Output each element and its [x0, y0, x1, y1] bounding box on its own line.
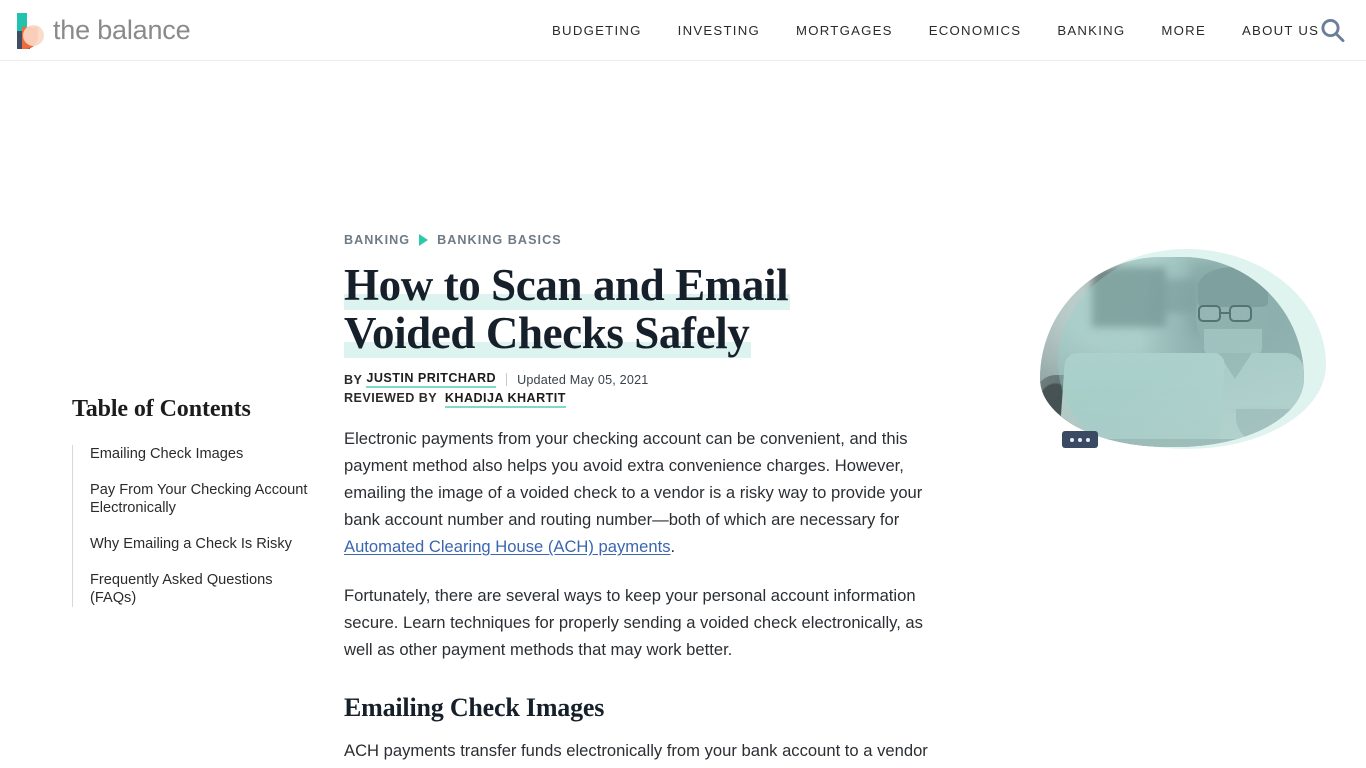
- list-item: Frequently Asked Questions (FAQs): [90, 571, 312, 607]
- byline: BY JUSTIN PRITCHARD Updated May 05, 2021: [344, 371, 944, 388]
- paragraph-1: Electronic payments from your checking a…: [344, 425, 944, 560]
- paragraph-2: Fortunately, there are several ways to k…: [344, 586, 923, 659]
- table-of-contents: Table of Contents Emailing Check Images …: [72, 396, 312, 607]
- breadcrumb-item-banking[interactable]: BANKING: [344, 233, 410, 247]
- nav-item-budgeting[interactable]: BUDGETING: [552, 23, 642, 38]
- site-header: the balance BUDGETING INVESTING MORTGAGE…: [0, 0, 1366, 61]
- hero-image: [1040, 249, 1328, 454]
- paragraph-1-text: Electronic payments from your checking a…: [344, 429, 923, 529]
- hero-photo: [1040, 257, 1304, 447]
- reviewed-by: REVIEWED BY KHADIJA KHARTIT: [344, 391, 944, 408]
- balance-logo-icon: [14, 11, 44, 49]
- toc-item-why-emailing-a-check-is-risky[interactable]: Why Emailing a Check Is Risky: [90, 535, 312, 553]
- nav-item-mortgages[interactable]: MORTGAGES: [796, 23, 893, 38]
- list-item: Pay From Your Checking Account Electroni…: [90, 481, 312, 517]
- byline-prefix: BY: [344, 372, 363, 387]
- page-title-line-2: Voided Checks Safely: [344, 308, 752, 358]
- nav-item-investing[interactable]: INVESTING: [678, 23, 760, 38]
- breadcrumb-item-banking-basics[interactable]: BANKING BASICS: [437, 233, 562, 247]
- list-item: Why Emailing a Check Is Risky: [90, 535, 312, 553]
- byline-divider: [506, 373, 508, 386]
- toc-item-pay-from-your-checking-account-electronically[interactable]: Pay From Your Checking Account Electroni…: [90, 481, 312, 517]
- nav-item-about-us[interactable]: ABOUT US: [1242, 23, 1319, 38]
- dot-icon: [1070, 437, 1074, 442]
- reviewer-link[interactable]: KHADIJA KHARTIT: [444, 391, 566, 408]
- search-button[interactable]: [1314, 12, 1352, 50]
- reviewed-prefix: REVIEWED BY: [344, 391, 437, 405]
- main-navigation: BUDGETING INVESTING MORTGAGES ECONOMICS …: [552, 0, 1319, 61]
- author-link[interactable]: JUSTIN PRITCHARD: [366, 371, 497, 388]
- site-logo[interactable]: the balance: [14, 11, 191, 49]
- updated-date: Updated May 05, 2021: [517, 372, 649, 387]
- page-title-line-1: How to Scan and Email: [344, 260, 791, 310]
- nav-item-economics[interactable]: ECONOMICS: [929, 23, 1022, 38]
- nav-item-banking[interactable]: BANKING: [1057, 23, 1125, 38]
- article-content: BANKING BANKING BASICS How to Scan and E…: [344, 233, 944, 768]
- toc-item-frequently-asked-questions[interactable]: Frequently Asked Questions (FAQs): [90, 571, 312, 607]
- dot-icon: [1086, 437, 1090, 442]
- more-options-button[interactable]: [1062, 431, 1098, 448]
- search-icon: [1321, 18, 1345, 43]
- dot-icon: [1078, 437, 1082, 442]
- page-title: How to Scan and Email Voided Checks Safe…: [344, 260, 944, 358]
- section-heading-emailing-check-images: Emailing Check Images: [344, 693, 605, 722]
- breadcrumb: BANKING BANKING BASICS: [344, 233, 944, 247]
- site-logo-text: the balance: [53, 14, 191, 45]
- nav-item-more[interactable]: MORE: [1161, 23, 1206, 38]
- paragraph-3-text: ACH payments transfer funds electronical…: [344, 741, 928, 760]
- toc-item-emailing-check-images[interactable]: Emailing Check Images: [90, 445, 312, 463]
- toc-list: Emailing Check Images Pay From Your Chec…: [72, 445, 312, 607]
- list-item: Emailing Check Images: [90, 445, 312, 463]
- paragraph-1-tail: .: [670, 537, 676, 556]
- triangle-right-icon: [419, 234, 429, 246]
- page-body: Table of Contents Emailing Check Images …: [0, 61, 1366, 768]
- toc-title: Table of Contents: [72, 396, 251, 422]
- ach-payments-link[interactable]: Automated Clearing House (ACH) payments: [344, 537, 671, 556]
- paragraph-3: ACH payments transfer funds electronical…: [344, 737, 944, 768]
